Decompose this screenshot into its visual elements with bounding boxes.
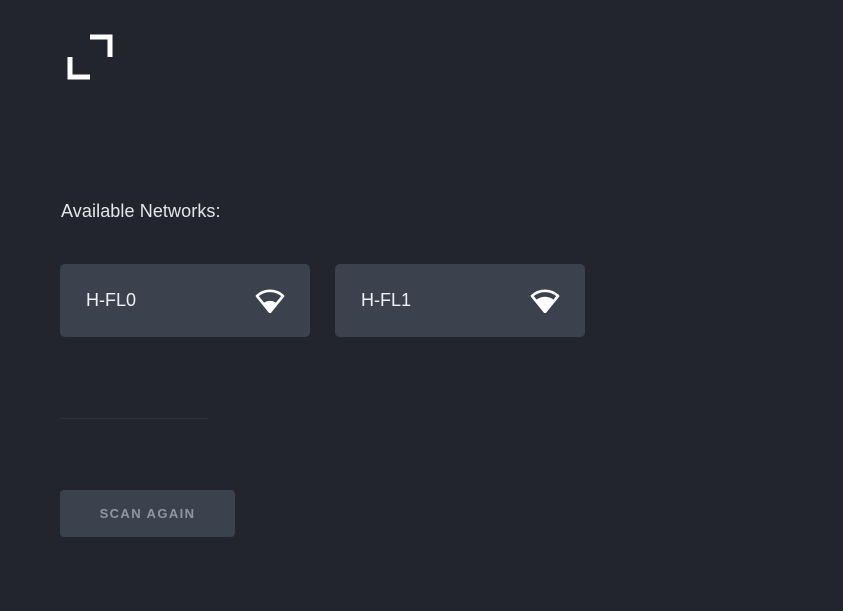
wifi-signal-medium-icon — [255, 289, 285, 313]
network-name: H-FL0 — [86, 290, 137, 310]
network-item-h-fl0[interactable]: H-FL0 — [60, 264, 310, 337]
scan-again-button[interactable]: SCAN AGAIN — [60, 490, 235, 537]
network-name: H-FL1 — [361, 290, 412, 310]
wifi-setup-page: Available Networks: H-FL0 H-FL1 SCAN AGA… — [0, 0, 843, 611]
corner-brackets-logo-icon — [67, 34, 113, 80]
divider — [60, 418, 208, 419]
available-networks-label: Available Networks: — [61, 201, 221, 221]
network-item-h-fl1[interactable]: H-FL1 — [335, 264, 585, 337]
network-list: H-FL0 H-FL1 — [60, 264, 585, 337]
wifi-signal-full-icon — [530, 289, 560, 313]
